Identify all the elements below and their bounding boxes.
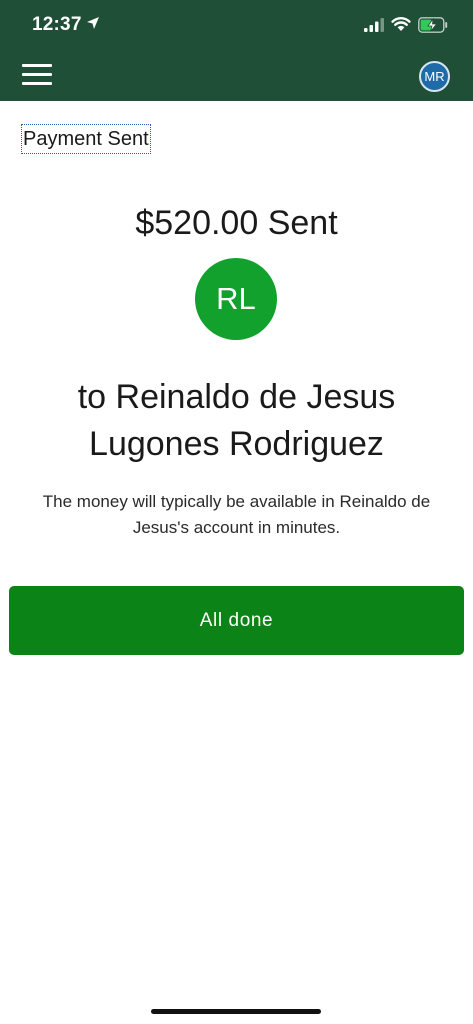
battery-charging-icon: [418, 17, 448, 33]
home-indicator[interactable]: [151, 1009, 321, 1014]
status-bar: 12:37: [0, 0, 473, 50]
availability-info-text: The money will typically be available in…: [42, 492, 431, 537]
page-title: Payment Sent: [21, 124, 151, 154]
recipient-avatar: RL: [195, 258, 277, 340]
hamburger-menu-icon[interactable]: [22, 64, 52, 86]
recipient-name: to Reinaldo de Jesus Lugones Rodriguez: [77, 378, 396, 463]
status-time: 12:37: [32, 14, 82, 35]
all-done-button[interactable]: All done: [9, 586, 464, 655]
user-avatar-button[interactable]: MR: [419, 61, 450, 92]
app-header: MR: [0, 50, 473, 101]
signal-icon: [364, 18, 384, 32]
location-arrow-icon: [87, 17, 99, 29]
amount-sent-heading: $520.00 Sent: [135, 204, 338, 242]
wifi-icon: [391, 17, 411, 31]
